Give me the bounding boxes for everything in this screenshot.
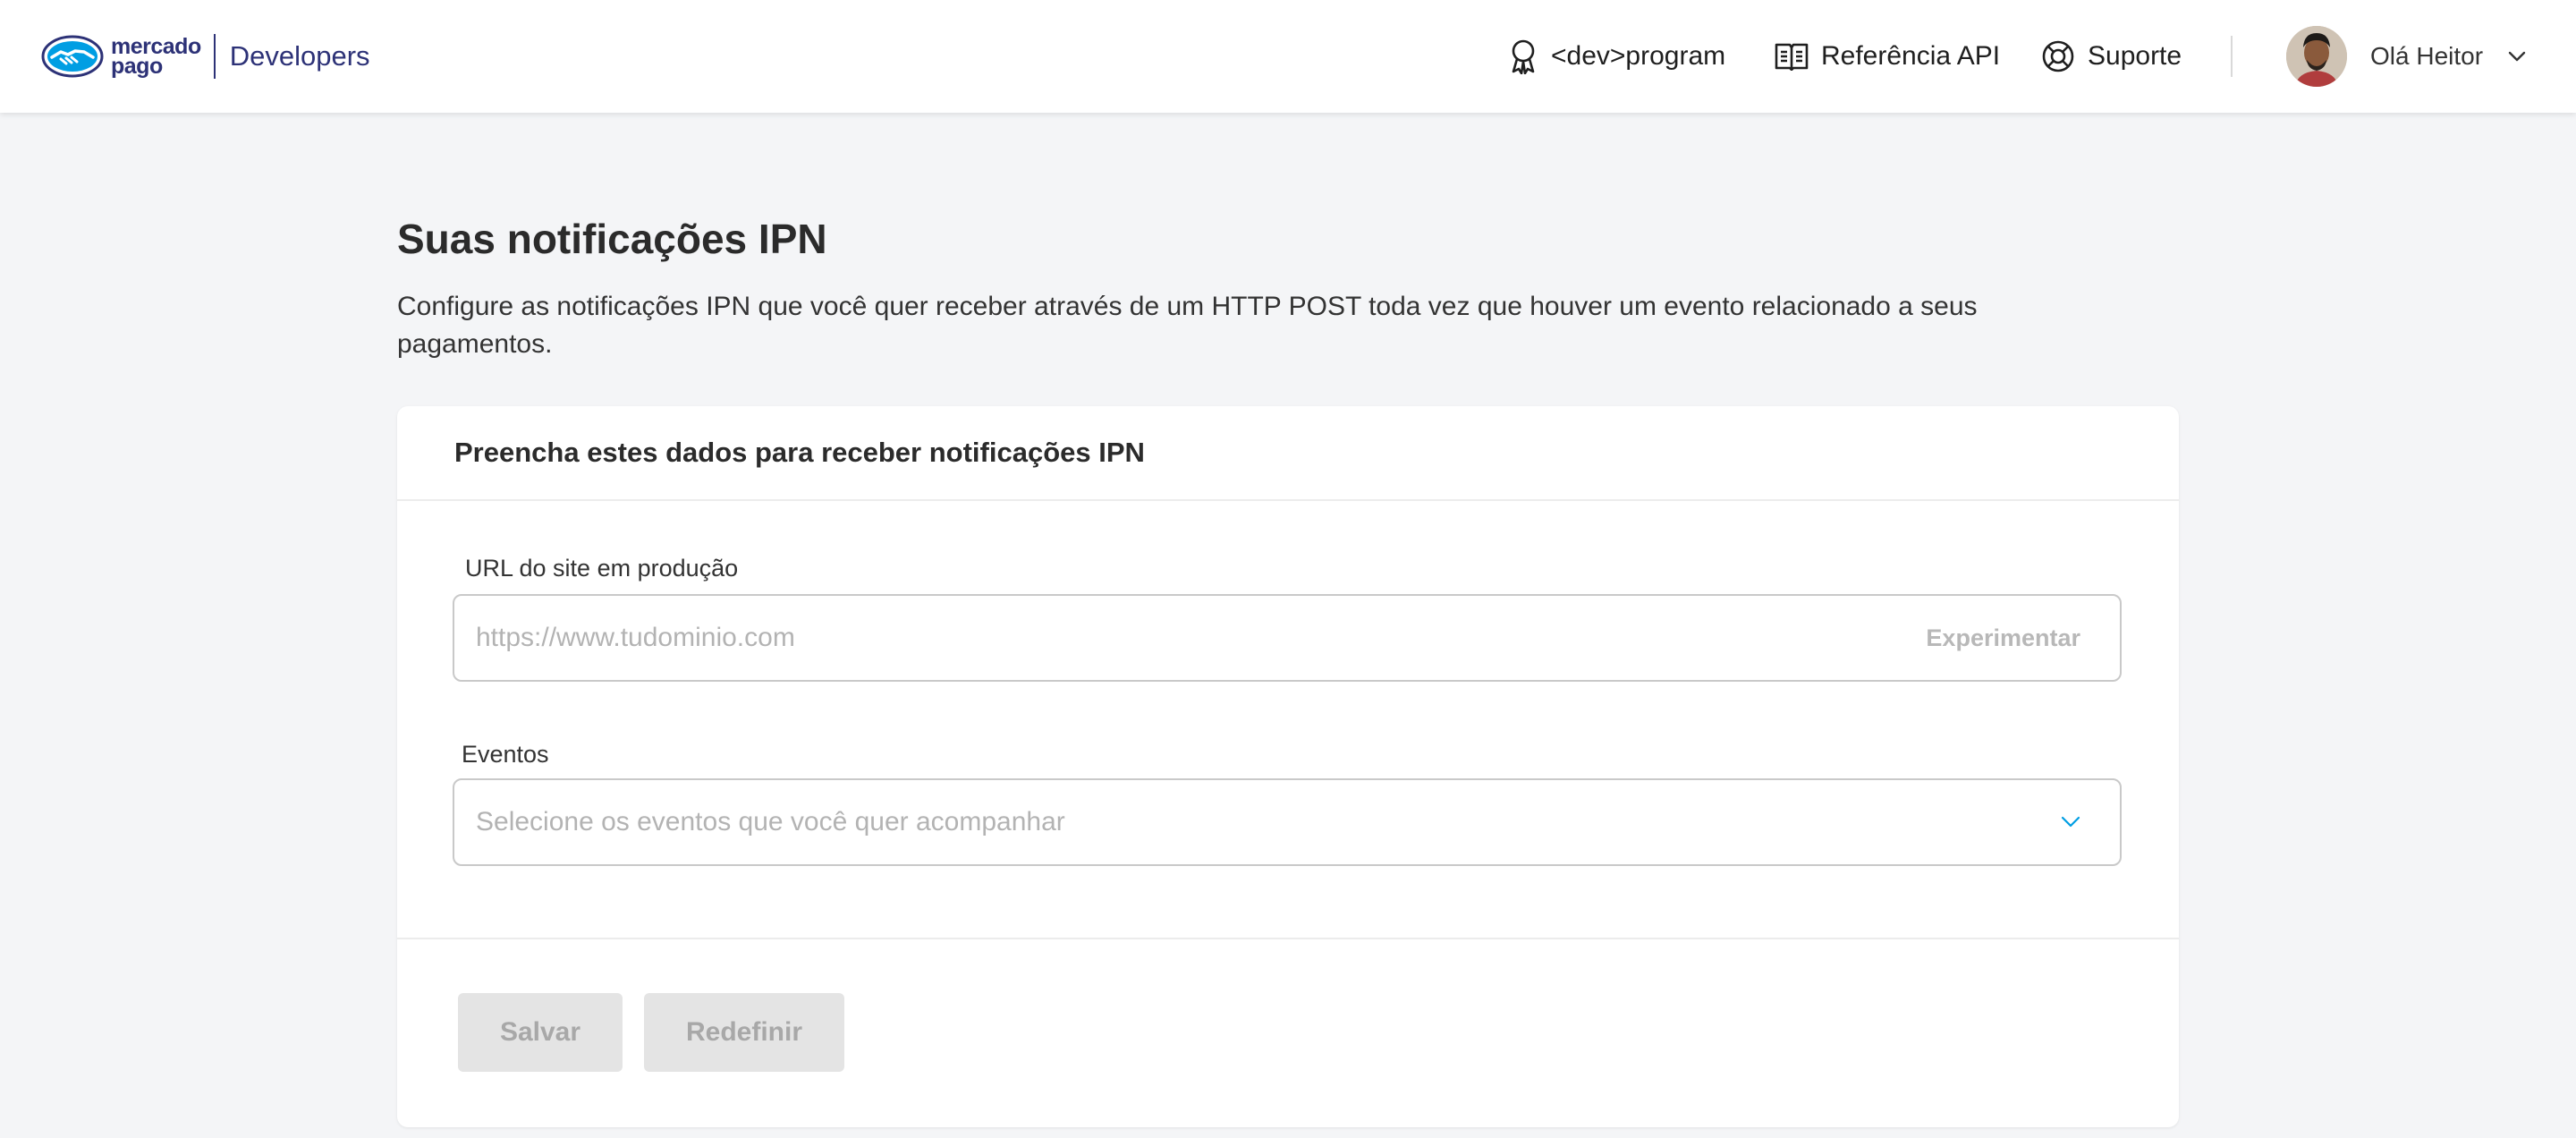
url-field-label: URL do site em produção: [465, 555, 739, 582]
nav-api-reference[interactable]: Referência API: [1775, 0, 2000, 113]
try-url-button[interactable]: Experimentar: [1926, 624, 2080, 652]
nav-divider: [2231, 36, 2233, 77]
top-navigation-bar: mercado pago Developers <dev>program Ref…: [0, 0, 2576, 113]
url-input-placeholder: https://www.tudominio.com: [476, 623, 795, 652]
events-select[interactable]: Selecione os eventos que você quer acomp…: [453, 778, 2122, 866]
brand-divider: [213, 34, 216, 79]
brand-wordmark: mercado pago: [111, 36, 201, 79]
events-field-label: Eventos: [462, 741, 549, 768]
chevron-down-icon: [2508, 51, 2526, 62]
user-greeting: Olá Heitor: [2370, 42, 2484, 70]
chevron-down-icon: [2061, 816, 2080, 828]
lifebuoy-icon: [2042, 40, 2074, 72]
nav-dev-program[interactable]: <dev>program: [1508, 0, 1725, 113]
page-description: Configure as notificações IPN que você q…: [397, 292, 1978, 359]
card-heading: Preencha estes dados para receber notifi…: [397, 406, 2179, 501]
award-ribbon-icon: [1512, 39, 1535, 74]
reset-button[interactable]: Redefinir: [644, 993, 844, 1072]
brand-product-name: Developers: [229, 40, 370, 72]
save-button[interactable]: Salvar: [458, 993, 623, 1072]
handshake-logo-icon: [41, 35, 104, 78]
ipn-settings-card: Preencha estes dados para receber notifi…: [397, 406, 2179, 1127]
mercado-pago-logo[interactable]: mercado pago Developers: [41, 27, 370, 86]
book-icon: [1775, 43, 1809, 71]
nav-dev-program-label: <dev>program: [1551, 41, 1726, 71]
avatar: [2286, 26, 2347, 87]
nav-support-label: Suporte: [2088, 41, 2182, 71]
card-divider: [397, 938, 2179, 939]
page-title: Suas notificações IPN: [397, 216, 827, 262]
user-menu[interactable]: Olá Heitor: [2286, 25, 2526, 88]
brand-line-2: pago: [111, 54, 163, 79]
nav-support[interactable]: Suporte: [2041, 0, 2182, 113]
nav-api-reference-label: Referência API: [1821, 41, 2001, 71]
url-input[interactable]: https://www.tudominio.com Experimentar: [453, 594, 2122, 682]
events-select-placeholder: Selecione os eventos que você quer acomp…: [476, 807, 1065, 837]
